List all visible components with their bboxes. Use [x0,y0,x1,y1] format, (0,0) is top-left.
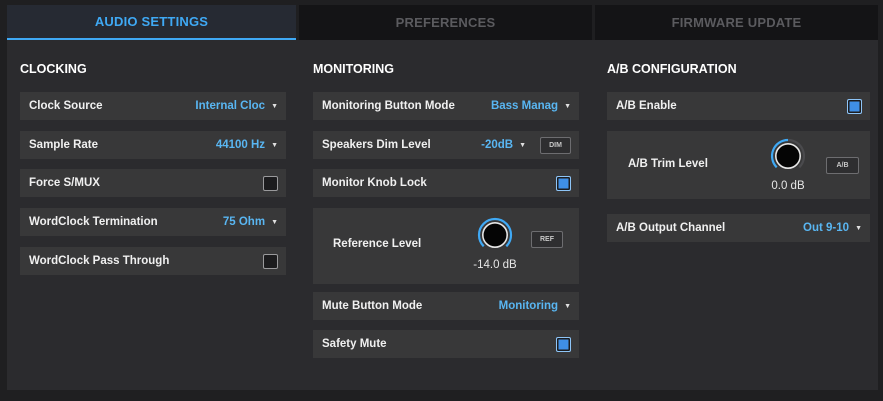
ab-button[interactable]: A/B [826,157,859,174]
ab-output-channel-row: A/B Output Channel Out 9-10 ▼ [607,214,870,242]
ref-button[interactable]: REF [531,231,563,248]
mute-button-mode-dropdown[interactable]: Monitoring ▼ [499,300,571,312]
monitoring-button-mode-label: Monitoring Button Mode [322,100,455,112]
mute-button-mode-row: Mute Button Mode Monitoring ▼ [313,292,579,320]
clock-source-label: Clock Source [29,100,103,112]
tab-preferences[interactable]: PREFERENCES [296,5,592,40]
monitoring-button-mode-dropdown[interactable]: Bass Manag ▼ [491,100,571,112]
tab-firmware-update[interactable]: FIRMWARE UPDATE [592,5,878,40]
force-smux-label: Force S/MUX [29,177,100,189]
sample-rate-row: Sample Rate 44100 Hz ▼ [20,131,286,159]
wordclock-termination-row: WordClock Termination 75 Ohm ▼ [20,208,286,236]
ab-configuration-title: A/B CONFIGURATION [607,62,737,76]
audio-settings-panel: CLOCKING Clock Source Internal Cloc ▼ Sa… [7,40,878,390]
chevron-down-icon: ▼ [855,224,862,232]
chevron-down-icon: ▼ [564,302,571,310]
force-smux-checkbox[interactable] [263,175,278,191]
ab-trim-level-knob[interactable] [768,136,808,176]
safety-mute-checkbox[interactable] [556,336,571,352]
monitoring-title: MONITORING [313,62,395,76]
mute-button-mode-label: Mute Button Mode [322,300,423,312]
clock-source-row: Clock Source Internal Cloc ▼ [20,92,286,120]
reference-level-knob[interactable] [475,215,515,255]
monitor-knob-lock-checkbox[interactable] [556,175,571,191]
ab-output-channel-value: Out 9-10 [803,222,850,234]
speakers-dim-level-row: Speakers Dim Level -20dB ▼ DIM [313,131,579,159]
mute-button-mode-value: Monitoring [498,300,559,312]
chevron-down-icon: ▼ [271,141,278,149]
clock-source-dropdown[interactable]: Internal Cloc ▼ [195,100,278,112]
ab-trim-level-value: 0.0 dB [771,180,805,192]
ab-output-channel-label: A/B Output Channel [616,222,726,234]
clock-source-value: Internal Cloc [195,100,266,112]
chevron-down-icon: ▼ [564,102,571,110]
ab-trim-level-label: A/B Trim Level [628,158,708,170]
speakers-dim-level-value: -20dB [481,139,514,151]
tab-bar: AUDIO SETTINGS PREFERENCES FIRMWARE UPDA… [7,5,878,40]
sample-rate-label: Sample Rate [29,139,99,151]
monitoring-button-mode-row: Monitoring Button Mode Bass Manag ▼ [313,92,579,120]
monitor-knob-lock-label: Monitor Knob Lock [322,177,427,189]
ab-enable-row: A/B Enable [607,92,870,120]
ab-trim-level-box: A/B Trim Level 0.0 dB A/B [607,131,870,199]
monitor-knob-lock-row: Monitor Knob Lock [313,169,579,197]
chevron-down-icon: ▼ [519,141,526,149]
clocking-title: CLOCKING [20,62,87,76]
ab-output-channel-dropdown[interactable]: Out 9-10 ▼ [803,222,862,234]
sample-rate-dropdown[interactable]: 44100 Hz ▼ [216,139,278,151]
wordclock-termination-value: 75 Ohm [222,216,266,228]
wordclock-pass-through-row: WordClock Pass Through [20,247,286,275]
reference-level-box: Reference Level -14.0 dB REF [313,208,579,284]
speakers-dim-level-label: Speakers Dim Level [322,139,431,151]
safety-mute-label: Safety Mute [322,338,387,350]
wordclock-pass-through-checkbox[interactable] [263,253,278,269]
sample-rate-value: 44100 Hz [215,139,266,151]
wordclock-termination-dropdown[interactable]: 75 Ohm ▼ [223,216,278,228]
monitoring-button-mode-value: Bass Manag [490,100,559,112]
force-smux-row: Force S/MUX [20,169,286,197]
tab-audio-settings[interactable]: AUDIO SETTINGS [7,5,296,40]
safety-mute-row: Safety Mute [313,330,579,358]
reference-level-value: -14.0 dB [473,259,517,271]
wordclock-pass-through-label: WordClock Pass Through [29,255,170,267]
chevron-down-icon: ▼ [271,102,278,110]
dim-button[interactable]: DIM [540,136,571,154]
reference-level-label: Reference Level [333,238,422,250]
wordclock-termination-label: WordClock Termination [29,216,158,228]
ab-enable-checkbox[interactable] [847,98,862,114]
chevron-down-icon: ▼ [271,218,278,226]
ab-enable-label: A/B Enable [616,100,677,112]
speakers-dim-level-dropdown[interactable]: -20dB ▼ [481,139,526,151]
